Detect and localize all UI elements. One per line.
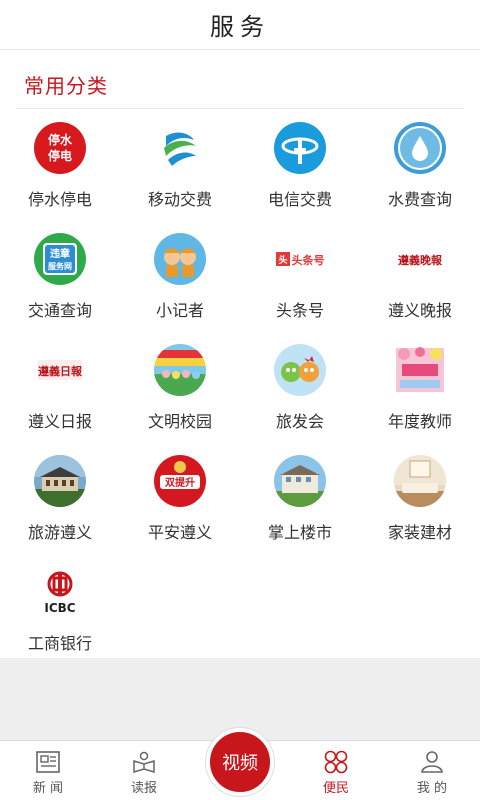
living-room-icon (394, 455, 446, 507)
app-header: 服务 (0, 0, 480, 50)
service-teacher-of-year[interactable]: 年度教师 (360, 338, 480, 449)
tab-read-paper[interactable]: 读报 (96, 741, 192, 800)
svg-text:ICBC: ICBC (44, 601, 75, 615)
svg-text:遵義日報: 遵義日報 (38, 364, 83, 378)
service-label: 遵义日报 (27, 412, 92, 431)
tab-convenience[interactable]: 便民 (288, 741, 384, 800)
service-water-power-outage[interactable]: 停水 停电 停水停电 (0, 116, 120, 227)
police-badge-icon: 双提升 (154, 455, 206, 507)
service-home-decoration[interactable]: 家装建材 (360, 449, 480, 560)
svg-text:遵義晚報: 遵義晚報 (398, 253, 443, 267)
service-tourism-zunyi[interactable]: 旅游遵义 (0, 449, 120, 560)
newspaper-icon (34, 749, 62, 775)
video-button[interactable]: 视频 (206, 728, 274, 796)
service-label: 平安遵义 (147, 523, 212, 542)
icon-text-line1: 停水 (48, 132, 73, 147)
tab-news[interactable]: 新 闻 (0, 741, 96, 800)
water-drop-icon (394, 122, 446, 174)
service-label: 电信交费 (267, 190, 332, 209)
divider (16, 108, 464, 109)
open-book-icon (130, 749, 158, 775)
water-power-outage-icon: 停水 停电 (34, 122, 86, 174)
service-label: 水费查询 (387, 190, 452, 209)
svg-text:双提升: 双提升 (165, 476, 195, 489)
service-icbc-bank[interactable]: ICBC 工商银行 (0, 560, 120, 671)
section-title: 常用分类 (24, 74, 108, 98)
historic-building-icon (34, 455, 86, 507)
service-traffic-query[interactable]: 违章 服务网 交通查询 (0, 227, 120, 338)
traffic-violation-icon: 违章 服务网 (34, 233, 86, 285)
tab-label: 我 的 (416, 781, 448, 796)
service-real-estate[interactable]: 掌上楼市 (240, 449, 360, 560)
toutiao-icon: 头 头条号 (274, 233, 326, 285)
service-tourism-conference[interactable]: 旅发会 (240, 338, 360, 449)
service-civilized-campus[interactable]: 文明校园 (120, 338, 240, 449)
service-label: 文明校园 (147, 412, 212, 431)
tourism-mascot-icon (274, 344, 326, 396)
tab-label: 读报 (130, 781, 157, 796)
service-label: 遵义晚报 (387, 301, 452, 320)
service-zunyi-daily[interactable]: 遵義日報 遵义日报 (0, 338, 120, 449)
service-label: 小记者 (155, 301, 204, 320)
service-safe-zunyi[interactable]: 双提升 平安遵义 (120, 449, 240, 560)
person-icon (418, 749, 446, 775)
svg-text:违章: 违章 (50, 247, 70, 260)
zunyi-evening-news-icon: 遵義晚報 (394, 233, 446, 285)
svg-text:头条号: 头条号 (292, 253, 325, 267)
zunyi-daily-icon: 遵義日報 (34, 344, 86, 396)
svg-text:服务网: 服务网 (48, 261, 72, 271)
page-title: 服务 (210, 13, 270, 41)
teacher-of-year-icon (394, 344, 446, 396)
video-button-label: 视频 (222, 753, 258, 774)
china-telecom-icon (274, 122, 326, 174)
tab-label: 便民 (322, 781, 349, 796)
service-toutiao[interactable]: 头 头条号 头条号 (240, 227, 360, 338)
service-label: 移动交费 (147, 190, 212, 209)
icbc-logo-icon: ICBC (34, 566, 86, 618)
service-label: 年度教师 (387, 412, 452, 431)
service-label: 工商银行 (27, 634, 92, 653)
service-kid-reporters[interactable]: 小记者 (120, 227, 240, 338)
tab-profile[interactable]: 我 的 (384, 741, 480, 800)
service-label: 家装建材 (387, 523, 452, 542)
service-label: 交通查询 (27, 301, 92, 320)
service-label: 旅发会 (275, 412, 324, 431)
service-label: 停水停电 (27, 190, 92, 209)
china-mobile-icon (154, 122, 206, 174)
real-estate-icon (274, 455, 326, 507)
tab-label: 新 闻 (32, 781, 64, 796)
service-grid: 停水 停电 停水停电 移动交费 电信交费 水费查询 违章 服务网 交通查询 小记… (0, 116, 480, 671)
icon-text-line2: 停电 (48, 148, 72, 163)
kid-reporters-icon (154, 233, 206, 285)
service-label: 旅游遵义 (27, 523, 92, 542)
service-label: 掌上楼市 (267, 523, 332, 542)
service-mobile-payment[interactable]: 移动交费 (120, 116, 240, 227)
service-zunyi-evening-news[interactable]: 遵義晚報 遵义晚报 (360, 227, 480, 338)
grid-circles-icon (322, 749, 350, 775)
service-water-bill[interactable]: 水费查询 (360, 116, 480, 227)
common-categories-section: 常用分类 停水 停电 停水停电 移动交费 电信交费 水费查询 违章 服务网 交通… (0, 50, 480, 658)
service-label: 头条号 (275, 301, 324, 320)
civilized-campus-icon (154, 344, 206, 396)
svg-text:头: 头 (278, 254, 287, 266)
service-telecom-payment[interactable]: 电信交费 (240, 116, 360, 227)
